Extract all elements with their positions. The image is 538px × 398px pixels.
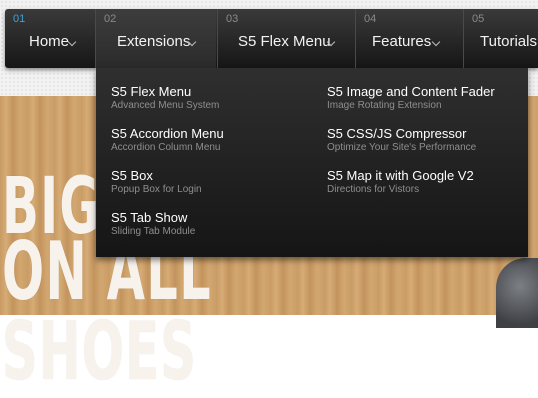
nav-item-number: 02 <box>104 13 117 25</box>
submenu-item-title: S5 CSS/JS Compressor <box>327 126 467 141</box>
nav-divider <box>355 9 356 68</box>
submenu-item-subtitle: Optimize Your Site's Performance <box>327 142 477 153</box>
shoe-image <box>496 258 538 328</box>
submenu-item-s5-flex-menu[interactable]: S5 Flex Menu Advanced Menu System <box>111 84 219 111</box>
nav-item-number: 05 <box>472 13 485 25</box>
nav-divider <box>217 9 218 68</box>
submenu-item-subtitle: Image Rotating Extension <box>327 100 442 111</box>
nav-item-tutorials[interactable]: 05 Tutorials <box>464 9 538 68</box>
nav-item-home[interactable]: 01 Home <box>5 9 95 68</box>
main-navigation-bar: 01 Home 02 Extensions 03 S5 Flex Menu 04… <box>5 9 538 68</box>
nav-item-label: Home <box>29 33 70 50</box>
chevron-down-icon <box>431 37 441 47</box>
submenu-item-title: S5 Tab Show <box>111 210 188 225</box>
nav-item-number: 04 <box>364 13 377 25</box>
submenu-item-title: S5 Map it with Google V2 <box>327 168 474 183</box>
submenu-item-s5-map-it-google[interactable]: S5 Map it with Google V2 Directions for … <box>327 168 474 195</box>
submenu-item-s5-accordion-menu[interactable]: S5 Accordion Menu Accordion Column Menu <box>111 126 224 153</box>
chevron-down-icon <box>67 37 77 47</box>
submenu-item-title: S5 Image and Content Fader <box>327 84 495 99</box>
submenu-item-subtitle: Directions for Vistors <box>327 184 420 195</box>
nav-item-features[interactable]: 04 Features <box>356 9 462 68</box>
extensions-dropdown-menu: S5 Flex Menu Advanced Menu System S5 Acc… <box>96 68 528 257</box>
submenu-item-subtitle: Advanced Menu System <box>111 100 220 111</box>
nav-item-label: Features <box>372 33 432 50</box>
submenu-item-s5-tab-show[interactable]: S5 Tab Show Sliding Tab Module <box>111 210 195 237</box>
nav-item-label: S5 Flex Menu <box>238 33 331 50</box>
nav-divider <box>95 9 96 68</box>
submenu-item-title: S5 Flex Menu <box>111 84 192 99</box>
submenu-item-title: S5 Accordion Menu <box>111 126 224 141</box>
nav-item-number: 03 <box>226 13 239 25</box>
nav-item-extensions[interactable]: 02 Extensions <box>96 9 216 68</box>
submenu-item-subtitle: Sliding Tab Module <box>111 226 196 237</box>
nav-item-label: Tutorials <box>480 33 537 50</box>
submenu-item-subtitle: Accordion Column Menu <box>111 142 221 153</box>
nav-item-label: Extensions <box>117 33 191 50</box>
nav-item-s5-flex-menu[interactable]: 03 S5 Flex Menu <box>218 9 354 68</box>
submenu-item-s5-image-content-fader[interactable]: S5 Image and Content Fader Image Rotatin… <box>327 84 495 111</box>
submenu-item-title: S5 Box <box>111 168 153 183</box>
submenu-item-s5-css-js-compressor[interactable]: S5 CSS/JS Compressor Optimize Your Site'… <box>327 126 476 153</box>
nav-divider <box>463 9 464 68</box>
submenu-item-s5-box[interactable]: S5 Box Popup Box for Login <box>111 168 202 195</box>
submenu-item-subtitle: Popup Box for Login <box>111 184 202 195</box>
nav-item-number: 01 <box>13 13 26 25</box>
